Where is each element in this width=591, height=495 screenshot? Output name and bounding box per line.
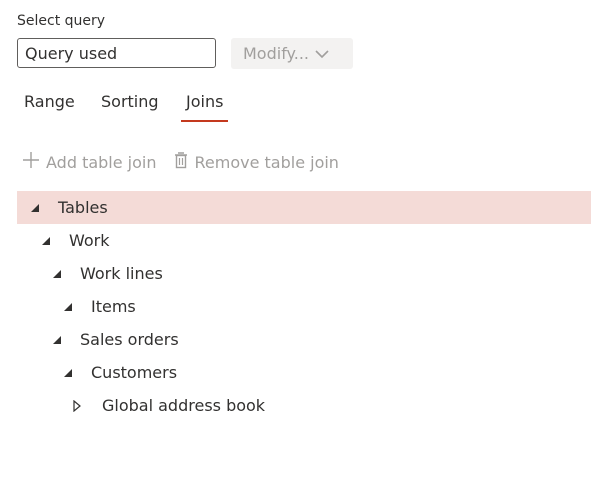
collapse-arrow-icon[interactable] xyxy=(73,389,81,422)
tree-node-label: Sales orders xyxy=(80,330,179,349)
expand-arrow-icon[interactable] xyxy=(63,290,73,323)
add-table-join-label: Add table join xyxy=(46,152,157,172)
tree-node-label: Global address book xyxy=(102,396,266,415)
tree-node-label: Items xyxy=(91,297,136,316)
plus-icon xyxy=(22,151,46,173)
trash-icon xyxy=(173,151,195,173)
tree-node-customers[interactable]: Customers xyxy=(17,356,591,389)
chevron-down-icon xyxy=(315,49,329,59)
expand-arrow-icon[interactable] xyxy=(52,323,62,356)
tree-node-tables[interactable]: Tables xyxy=(17,191,591,224)
add-table-join-button[interactable]: Add table join xyxy=(22,151,157,173)
expand-arrow-icon[interactable] xyxy=(41,224,51,257)
join-tree: Tables Work Work lines Items Sales order… xyxy=(17,191,591,422)
tree-node-work-lines[interactable]: Work lines xyxy=(17,257,591,290)
modify-button[interactable]: Modify... xyxy=(231,38,353,69)
query-input[interactable] xyxy=(17,38,216,68)
tree-node-sales-orders[interactable]: Sales orders xyxy=(17,323,591,356)
expand-arrow-icon[interactable] xyxy=(30,191,40,224)
select-query-label: Select query xyxy=(17,13,106,29)
expand-arrow-icon[interactable] xyxy=(63,356,73,389)
tab-sorting[interactable]: Sorting xyxy=(101,92,159,122)
tab-bar: Range Sorting Joins xyxy=(0,92,300,122)
tree-node-label: Work xyxy=(69,231,110,250)
tab-joins[interactable]: Joins xyxy=(180,92,229,122)
remove-table-join-label: Remove table join xyxy=(194,152,339,172)
tree-node-items[interactable]: Items xyxy=(17,290,591,323)
tree-node-work[interactable]: Work xyxy=(17,224,591,257)
modify-button-label: Modify... xyxy=(243,44,309,63)
tree-node-label: Tables xyxy=(58,198,108,217)
tree-node-global-address-book[interactable]: Global address book xyxy=(17,389,591,422)
tree-node-label: Work lines xyxy=(80,264,163,283)
tab-range[interactable]: Range xyxy=(24,92,75,122)
query-joins-panel: Select query Modify... Range Sorting Joi… xyxy=(0,0,591,495)
join-toolbar: Add table join Remove table join xyxy=(22,150,339,174)
expand-arrow-icon[interactable] xyxy=(52,257,62,290)
remove-table-join-button[interactable]: Remove table join xyxy=(173,151,339,173)
tree-node-label: Customers xyxy=(91,363,178,382)
